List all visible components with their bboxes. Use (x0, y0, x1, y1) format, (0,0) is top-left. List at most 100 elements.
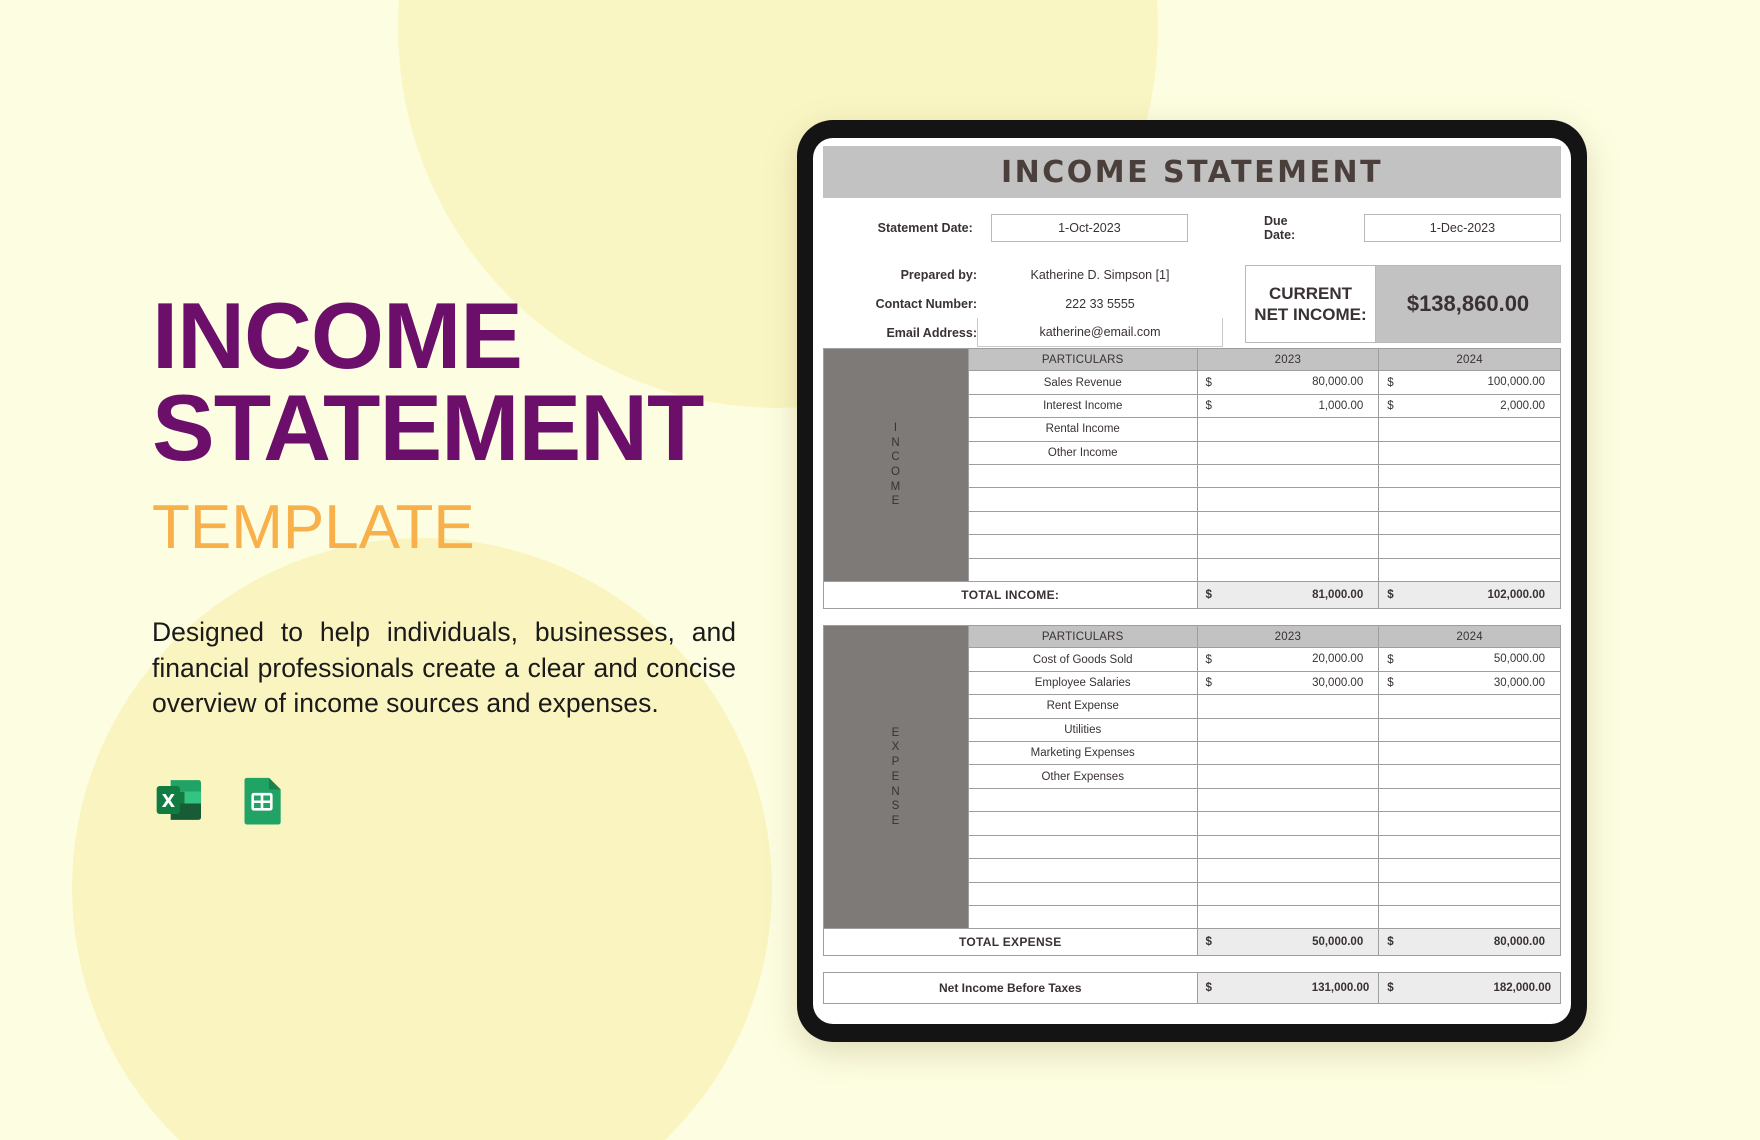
amount-value (1385, 836, 1554, 858)
net-income-2024[interactable]: $182,000.00 (1378, 972, 1561, 1005)
amount-2023-cell[interactable] (1196, 787, 1380, 813)
google-sheets-icon[interactable] (234, 772, 290, 828)
currency-symbol: $ (1387, 376, 1394, 389)
amount-2023-cell[interactable] (1196, 510, 1380, 536)
particular-cell[interactable]: Rent Expense (967, 694, 1198, 719)
due-date-field[interactable]: 1-Dec-2023 (1363, 214, 1561, 242)
amount-2024-cell[interactable] (1378, 764, 1561, 789)
particular-cell[interactable] (967, 834, 1198, 860)
amount-2023-cell[interactable] (1196, 858, 1380, 883)
side-label-letter: S (891, 800, 901, 813)
amount-2024-cell[interactable] (1378, 440, 1561, 466)
amount-2024-cell[interactable]: $2,000.00 (1378, 393, 1561, 419)
particular-cell[interactable]: Marketing Expenses (967, 741, 1198, 766)
income-statement-sheet: INCOME STATEMENT Statement Date: 1-Oct-2… (823, 146, 1561, 1005)
currency-symbol: $ (1387, 589, 1394, 602)
tablet-screen: INCOME STATEMENT Statement Date: 1-Oct-2… (813, 138, 1571, 1024)
currency-symbol: $ (1205, 936, 1212, 949)
amount-2023-cell[interactable] (1196, 694, 1380, 719)
amount-2024-cell[interactable] (1378, 557, 1561, 583)
expense-total-2024[interactable]: $80,000.00 (1378, 928, 1561, 957)
particular-cell[interactable] (967, 487, 1198, 512)
amount-2024-cell[interactable] (1378, 510, 1561, 536)
amount-2023-cell[interactable] (1196, 440, 1380, 466)
amount-2024-cell[interactable] (1378, 858, 1561, 883)
amount-2023-cell[interactable] (1196, 811, 1380, 836)
amount-value (1385, 535, 1554, 557)
amount-2024-cell[interactable] (1378, 717, 1561, 743)
email-address-value[interactable]: katherine@email.com (977, 318, 1223, 347)
preparer-info: Prepared by: Katherine D. Simpson [1] Co… (823, 260, 1223, 348)
particular-cell[interactable] (967, 464, 1198, 489)
amount-value: 1,000.00 (1318, 399, 1364, 412)
amount-2024-cell[interactable]: $50,000.00 (1378, 647, 1561, 672)
income-total-row: TOTAL INCOME: $81,000.00 $102,000.00 (823, 581, 1561, 610)
amount-2023-cell[interactable]: $20,000.00 (1196, 647, 1380, 672)
amount-2024-cell[interactable] (1378, 534, 1561, 559)
column-header-2023: 2023 (1196, 347, 1380, 372)
particular-cell[interactable] (967, 858, 1198, 883)
amount-2024-cell[interactable] (1378, 834, 1561, 860)
amount-2023-cell[interactable] (1196, 741, 1380, 766)
particular-cell[interactable] (967, 557, 1198, 583)
particular-cell[interactable]: Other Expenses (967, 764, 1198, 789)
amount-2023-cell[interactable] (1196, 464, 1380, 489)
amount-2024-cell[interactable] (1378, 787, 1561, 813)
amount-2024-cell[interactable] (1378, 904, 1561, 930)
particular-cell[interactable] (967, 904, 1198, 930)
amount-2024-cell[interactable]: $100,000.00 (1378, 370, 1561, 395)
particular-cell[interactable] (967, 881, 1198, 906)
amount-2023-cell[interactable]: $80,000.00 (1196, 370, 1380, 395)
income-total-2023[interactable]: $81,000.00 (1196, 581, 1380, 610)
particular-cell[interactable] (967, 534, 1198, 559)
date-row: Statement Date: 1-Oct-2023 Due Date: 1-D… (823, 202, 1561, 254)
amount-2024-cell[interactable] (1378, 464, 1561, 489)
income-total-2024[interactable]: $102,000.00 (1378, 581, 1561, 610)
prepared-by-value[interactable]: Katherine D. Simpson [1] (977, 268, 1223, 282)
amount-2023-cell[interactable]: $30,000.00 (1196, 670, 1380, 696)
amount-2023-cell[interactable] (1196, 904, 1380, 930)
document-banner: INCOME STATEMENT (823, 146, 1561, 198)
amount-2024-cell[interactable] (1378, 694, 1561, 719)
particular-cell[interactable]: Other Income (967, 440, 1198, 466)
amount-2023-cell[interactable] (1196, 557, 1380, 583)
amount-2023-cell[interactable] (1196, 717, 1380, 743)
particular-cell[interactable]: Sales Revenue (967, 370, 1198, 395)
particular-cell[interactable]: Rental Income (967, 417, 1198, 442)
statement-date-field[interactable]: 1-Oct-2023 (990, 214, 1188, 242)
amount-2023-cell[interactable] (1196, 834, 1380, 860)
particular-cell[interactable]: Employee Salaries (967, 670, 1198, 696)
amount-2023-cell[interactable] (1196, 534, 1380, 559)
amount-2024-cell[interactable]: $30,000.00 (1378, 670, 1561, 696)
amount-2023-cell[interactable] (1196, 417, 1380, 442)
expense-side-label: EXPENSE (823, 625, 969, 930)
net-income-2023[interactable]: $131,000.00 (1196, 972, 1380, 1005)
prepared-by-line: Prepared by: Katherine D. Simpson [1] (853, 260, 1223, 289)
amount-2024-cell[interactable] (1378, 487, 1561, 512)
particular-cell[interactable] (967, 787, 1198, 813)
income-total-label: TOTAL INCOME: (823, 581, 1198, 610)
column-header-2024: 2024 (1378, 625, 1561, 649)
excel-icon[interactable]: X (152, 772, 208, 828)
contact-number-label: Contact Number: (875, 296, 977, 311)
particular-cell[interactable] (967, 811, 1198, 836)
amount-value (1385, 859, 1554, 881)
amount-2023-cell[interactable] (1196, 764, 1380, 789)
amount-2024-cell[interactable] (1378, 417, 1561, 442)
amount-2024-cell[interactable] (1378, 811, 1561, 836)
amount-2024-cell[interactable] (1378, 881, 1561, 906)
column-header-particulars: PARTICULARS (967, 625, 1198, 649)
amount-2023-cell[interactable] (1196, 881, 1380, 906)
amount-value (1204, 883, 1373, 905)
particular-cell[interactable]: Cost of Goods Sold (967, 647, 1198, 672)
particular-cell[interactable] (967, 510, 1198, 536)
amount-2024-cell[interactable] (1378, 741, 1561, 766)
particular-cell[interactable]: Utilities (967, 717, 1198, 743)
amount-2023-cell[interactable]: $1,000.00 (1196, 393, 1380, 419)
expense-total-2023[interactable]: $50,000.00 (1196, 928, 1380, 957)
amount-2023-cell[interactable] (1196, 487, 1380, 512)
contact-number-value[interactable]: 222 33 5555 (977, 297, 1223, 311)
amount-value: 102,000.00 (1487, 589, 1545, 602)
page-title-line1: INCOME (152, 283, 523, 388)
particular-cell[interactable]: Interest Income (967, 393, 1198, 419)
